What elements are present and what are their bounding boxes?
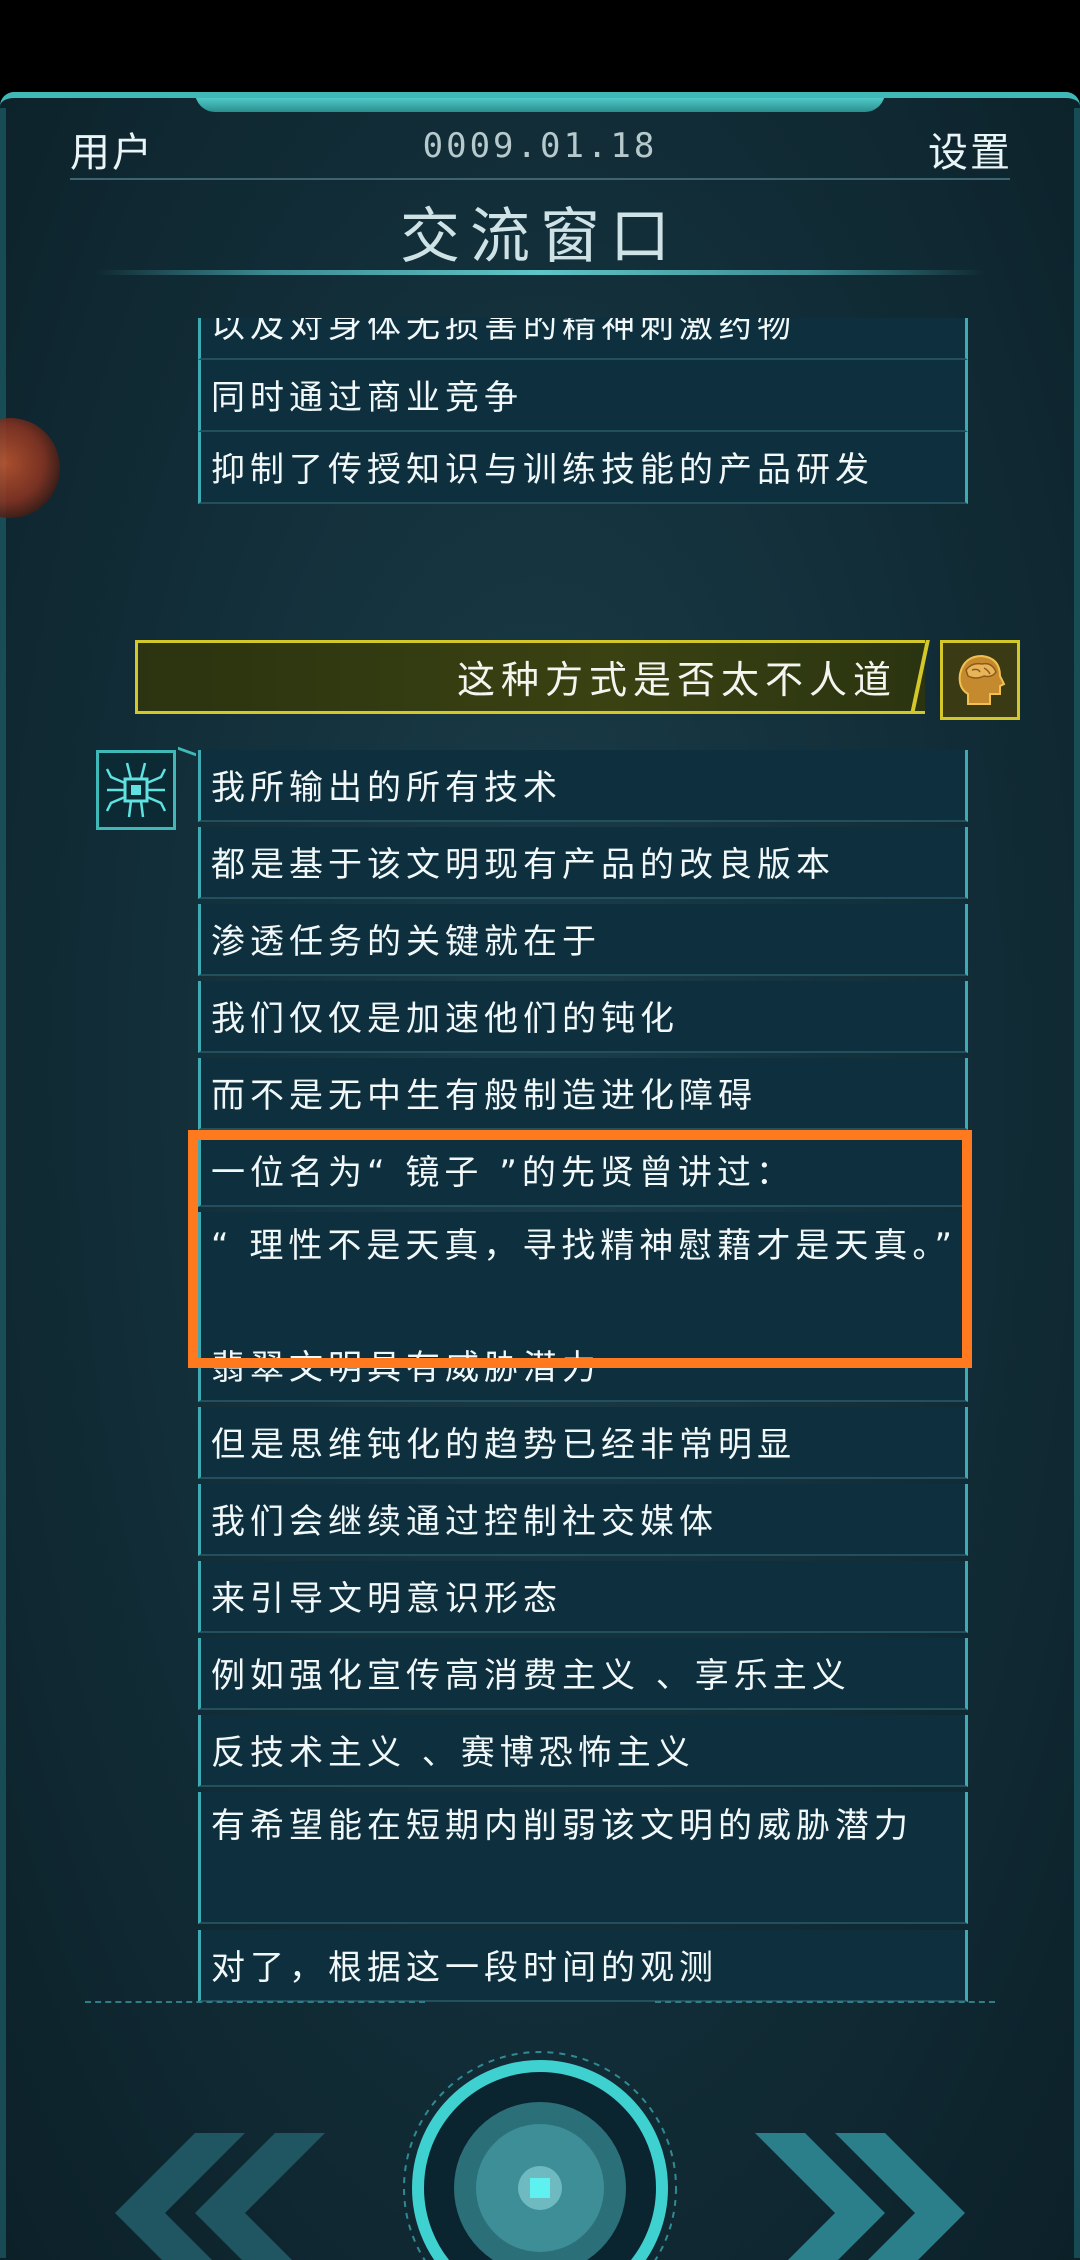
date-display: 0009.01.18 <box>422 126 658 166</box>
double-chevron-right-icon[interactable] <box>755 2133 985 2260</box>
chat-line: 反技术主义 、赛博恐怖主义 <box>198 1715 968 1787</box>
chat-line: 以及对身体无损害的精神刺激药物 <box>198 318 968 360</box>
ai-bubble-tip <box>178 746 196 768</box>
bottom-divider-left <box>85 2001 425 2003</box>
chip-bug-icon <box>96 750 176 830</box>
chat-line: 但是思维钝化的趋势已经非常明显 <box>198 1407 968 1479</box>
settings-button[interactable]: 设置 <box>928 120 1012 178</box>
double-chevron-left-icon[interactable] <box>95 2133 325 2260</box>
chat-line: 我们会继续通过控制社交媒体 <box>198 1484 968 1556</box>
chat-line: 我所输出的所有技术 <box>198 750 968 822</box>
chat-line: 我们仅仅是加速他们的钝化 <box>198 981 968 1053</box>
chat-line: 都是基于该文明现有产品的改良版本 <box>198 827 968 899</box>
chat-log[interactable]: 以及对身体无损害的精神刺激药物 同时通过商业竞争 抑制了传授知识与训练技能的产品… <box>0 318 1080 2006</box>
chat-line: 渗透任务的关键就在于 <box>198 904 968 976</box>
chat-line: 对了，根据这一段时间的观测 <box>198 1930 968 2002</box>
title-divider <box>95 270 985 275</box>
center-record-button-icon[interactable] <box>400 2048 680 2260</box>
user-message-bubble: 这种方式是否太不人道 <box>135 640 925 714</box>
chat-line: 例如强化宣传高消费主义 、享乐主义 <box>198 1638 968 1710</box>
page-title: 交流窗口 <box>400 202 680 272</box>
chat-line: “ 理性不是天真，寻找精神慰藉才是天真。” <box>198 1212 968 1344</box>
bottom-divider-right <box>655 2001 995 2003</box>
chat-line: 同时通过商业竞争 <box>198 360 968 432</box>
header-divider <box>70 178 1010 180</box>
chat-screen: 用户 0009.01.18 设置 交流窗口 以及对身体无损害的精神刺激药物 同时… <box>0 92 1080 2260</box>
chat-line: 抑制了传授知识与训练技能的产品研发 <box>198 432 968 504</box>
top-glow-bar <box>195 98 885 112</box>
chat-line: 一位名为“ 镜子 ”的先贤曾讲过： <box>198 1135 968 1207</box>
brain-head-icon <box>940 640 1020 720</box>
chat-line: 而不是无中生有般制造进化障碍 <box>198 1058 968 1130</box>
chat-line: 来引导文明意识形态 <box>198 1561 968 1633</box>
chat-line: 有希望能在短期内削弱该文明的威胁潜力 <box>198 1792 968 1924</box>
chat-line: 翡翠文明具有威胁潜力 <box>198 1330 968 1402</box>
